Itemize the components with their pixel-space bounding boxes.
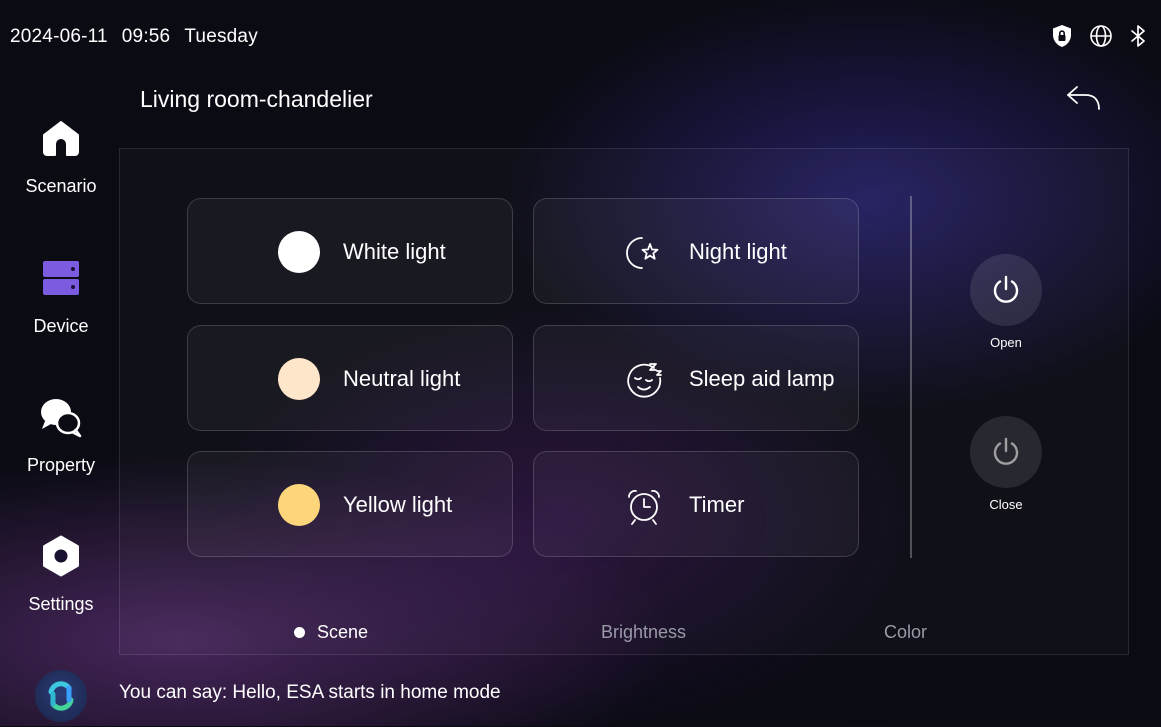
tab-scene[interactable]: Scene <box>317 622 368 643</box>
sidebar-item-label: Scenario <box>25 176 97 196</box>
scene-label: Neutral light <box>343 366 461 391</box>
gear-icon <box>39 534 83 578</box>
chat-bubbles-icon <box>39 395 83 439</box>
scene-label: Night light <box>689 239 787 264</box>
status-weekday: Tuesday <box>184 26 258 47</box>
sidebar-item-label: Settings <box>28 594 94 614</box>
scene-neutral-light-button[interactable]: Neutral light <box>187 325 513 431</box>
sidebar-item-scenario[interactable]: Scenario <box>0 116 122 197</box>
home-icon <box>39 116 83 160</box>
scene-label: Yellow light <box>343 492 453 517</box>
page-title: Living room-chandelier <box>140 86 373 112</box>
open-label: Open <box>990 335 1022 350</box>
scene-label: Timer <box>689 492 745 517</box>
yellow-light-swatch <box>278 484 320 526</box>
globe-icon <box>1089 24 1113 48</box>
status-bar-datetime: 2024-06-11 09:56 Tuesday <box>10 26 258 48</box>
scene-label: White light <box>343 239 446 264</box>
active-tab-indicator <box>294 627 305 638</box>
bluetooth-icon <box>1129 24 1149 48</box>
sidebar-item-device[interactable]: Device <box>0 256 122 337</box>
device-icon <box>39 256 83 300</box>
scene-label: Sleep aid lamp <box>689 366 835 391</box>
panel-divider <box>910 196 912 558</box>
sidebar-item-label: Property <box>26 455 96 475</box>
shield-lock-icon <box>1051 24 1073 48</box>
scene-night-light-button[interactable]: Night light <box>533 198 859 304</box>
close-label: Close <box>989 497 1023 512</box>
status-time: 09:56 <box>121 26 171 47</box>
scene-white-light-button[interactable]: White light <box>187 198 513 304</box>
power-icon <box>993 437 1019 465</box>
assistant-logo-icon <box>48 681 74 711</box>
voice-hint-text: You can say: Hello, ESA starts in home m… <box>119 682 501 703</box>
status-date: 2024-06-11 <box>10 26 108 47</box>
back-button[interactable] <box>1064 84 1104 114</box>
sidebar-item-property[interactable]: Property <box>0 395 122 476</box>
power-icon <box>993 275 1019 303</box>
scene-yellow-light-button[interactable]: Yellow light <box>187 451 513 557</box>
moon-star-icon <box>626 237 659 269</box>
scene-timer-button[interactable]: Timer <box>533 451 859 557</box>
voice-assistant-logo[interactable] <box>35 670 87 722</box>
sidebar-item-label: Device <box>33 316 89 336</box>
tab-color[interactable]: Color <box>884 622 927 643</box>
white-light-swatch <box>278 231 320 273</box>
close-button[interactable] <box>970 416 1042 488</box>
neutral-light-swatch <box>278 358 320 400</box>
sidebar-item-settings[interactable]: Settings <box>0 534 122 615</box>
back-arrow-icon <box>1067 86 1100 110</box>
scene-sleep-aid-lamp-button[interactable]: Sleep aid lamp <box>533 325 859 431</box>
status-bar-icons <box>1051 24 1149 48</box>
alarm-clock-icon <box>628 490 660 525</box>
open-button[interactable] <box>970 254 1042 326</box>
sleep-face-icon <box>627 363 662 398</box>
tab-brightness[interactable]: Brightness <box>601 622 686 643</box>
